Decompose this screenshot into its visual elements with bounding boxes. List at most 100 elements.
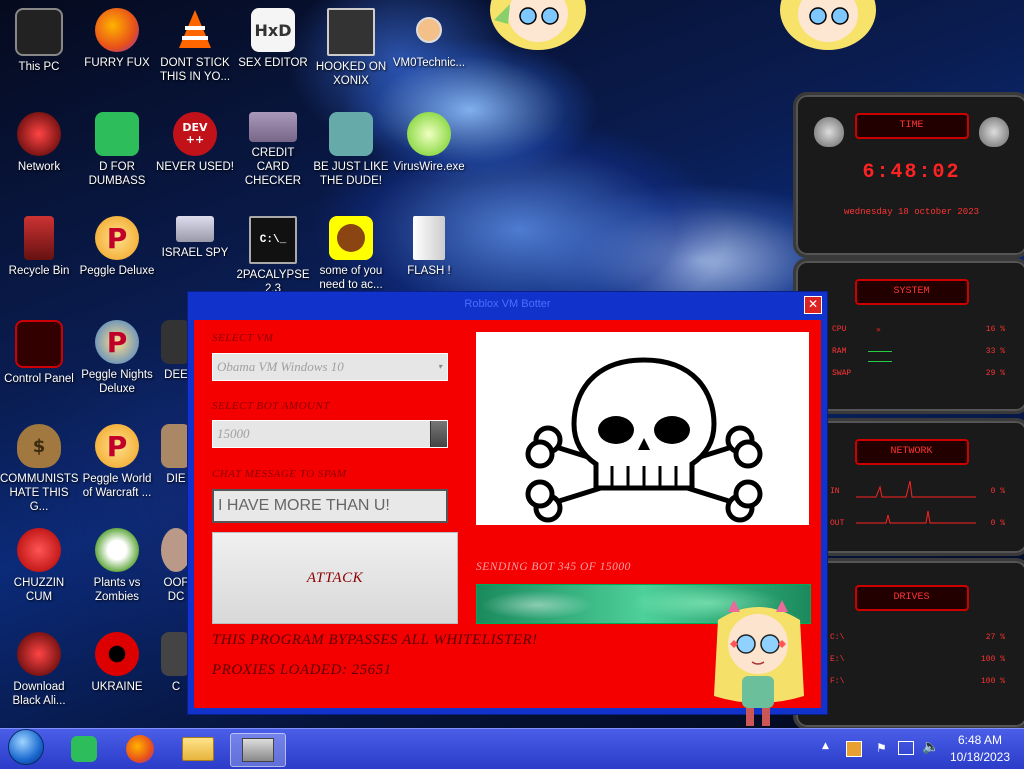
desktop-icon-peggle-deluxe[interactable]: P Peggle Deluxe <box>78 216 156 278</box>
control-panel-icon <box>15 320 63 368</box>
desktop-icon-vm0technic[interactable]: VM0Technic... <box>390 8 468 70</box>
desktop-icon-credit-card[interactable]: CREDIT CARD CHECKER <box>234 112 312 188</box>
bot-amount-label: SELECT BOT AMOUNT <box>212 400 330 412</box>
ram-bar <box>868 351 892 352</box>
desktop-icon-peggle-world[interactable]: P Peggle World of Warcraft ... <box>78 424 156 500</box>
hxd-icon: HxD <box>251 8 295 52</box>
desktop-icon-sex-editor[interactable]: HxD SEX EDITOR <box>234 8 312 70</box>
show-hidden-icons-button[interactable]: ▲ <box>822 741 829 751</box>
alien-head-icon <box>814 117 844 147</box>
desktop-icon-2pacalypse[interactable]: C:\_ 2PACALYPSE 2.3 <box>234 216 312 296</box>
chat-message-input[interactable]: I HAVE MORE THAN U! <box>212 489 448 523</box>
vm-select-value: Obama VM Windows 10 <box>217 359 344 374</box>
flash-icon <box>413 216 445 260</box>
network-row-value: 0 % <box>990 519 1005 528</box>
cartoon-girl-character <box>714 600 804 726</box>
desktop-icon-d-for-dumbass[interactable]: D FOR DUMBASS <box>78 112 156 188</box>
desktop-icon-dont-stick[interactable]: DONT STICK THIS IN YO... <box>156 8 234 84</box>
network-tray-icon[interactable] <box>898 741 914 755</box>
desktop-icon-be-just-like[interactable]: BE JUST LIKE THE DUDE! <box>312 112 390 188</box>
command-prompt-icon: C:\_ <box>249 216 297 264</box>
clock-date[interactable]: 10/18/2023 <box>944 750 1016 764</box>
desktop-icon-plants-vs-zombies[interactable]: Plants vs Zombies <box>78 528 156 604</box>
widget-header: TIME <box>854 113 969 139</box>
desktop-icon-network[interactable]: Network <box>0 112 78 174</box>
clock-display: 6:48:02 <box>862 161 961 184</box>
desktop-icon-hooked-on-xonix[interactable]: HOOKED ON XONIX <box>312 8 390 88</box>
desktop-icon-label: FLASH ! <box>407 265 451 277</box>
desktop-icon-label: DONT STICK THIS IN YO... <box>159 57 231 83</box>
drive-row-label: E:\ <box>830 655 845 664</box>
system-row-label: CPU <box>832 325 847 334</box>
close-button[interactable]: ✕ <box>804 296 822 314</box>
green-app-icon <box>71 736 97 762</box>
desktop-icon-flash[interactable]: FLASH ! <box>390 216 468 278</box>
proxies-loaded: PROXIES LOADED: 25651 <box>212 662 392 678</box>
desktop-icon-furry-fux[interactable]: FURRY FUX <box>78 8 156 70</box>
elf-icon <box>329 112 373 156</box>
skull-image <box>476 332 809 525</box>
limewire-icon <box>407 112 451 156</box>
drive-row-label: F:\ <box>830 677 845 686</box>
start-button[interactable] <box>8 729 44 765</box>
peggle-icon: P <box>95 424 139 468</box>
flag-icon[interactable]: ⚑ <box>876 741 887 755</box>
monitor-icon <box>15 8 63 56</box>
flower-icon <box>95 528 139 572</box>
volume-icon[interactable]: 🔈 <box>922 739 939 755</box>
system-row-label: RAM <box>832 347 847 356</box>
desktop-icon-label: D FOR DUMBASS <box>88 161 146 187</box>
desktop-icon-label: BE JUST LIKE THE DUDE! <box>313 161 389 187</box>
drive-row-value: 27 % <box>985 633 1005 642</box>
credit-card-icon <box>249 112 297 142</box>
taskbar-file-explorer[interactable] <box>180 733 216 765</box>
desktop-icon-peggle-nights[interactable]: P Peggle Nights Deluxe <box>78 320 156 396</box>
desktop-icon-ukraine[interactable]: UKRAINE <box>78 632 156 694</box>
taskbar-app-green[interactable] <box>66 733 102 765</box>
desktop-icon-download-black[interactable]: Download Black Ali... <box>0 632 78 708</box>
taskbar: ▲ ⚑ 🔈 6:48 AM 10/18/2023 <box>0 728 1024 769</box>
peggle-icon: P <box>95 216 139 260</box>
desktop-icon-label: FURRY FUX <box>84 57 150 69</box>
network-activity-graph <box>856 480 976 524</box>
system-row-value: 29 % <box>985 369 1005 378</box>
select-vm-label: SELECT VM <box>212 332 274 344</box>
taskbar-firefox[interactable] <box>122 733 158 765</box>
chevron-down-icon: ▾ <box>437 362 442 371</box>
desktop-icon-israel-spy[interactable]: ISRAEL SPY <box>156 216 234 260</box>
tray-app-icon[interactable] <box>846 741 862 757</box>
desktop-icon-communists[interactable]: $ COMMUNISTS HATE THIS G... <box>0 424 79 514</box>
taskbar-active-app[interactable] <box>230 733 286 767</box>
desktop-icon-some-of-you[interactable]: some of you need to ac... <box>312 216 390 292</box>
chuzzle-icon <box>17 528 61 572</box>
desktop-icon-chuzzin[interactable]: CHUZZIN CUM <box>0 528 78 604</box>
desktop-icon-viruswire[interactable]: VirusWire.exe <box>390 112 468 174</box>
cartoon-head-top-right <box>780 0 876 50</box>
network-row-value: 0 % <box>990 487 1005 496</box>
desktop-icon-label: ISRAEL SPY <box>161 247 229 259</box>
doctor-icon <box>407 8 451 52</box>
xonix-icon <box>327 8 375 56</box>
bypass-notice: THIS PROGRAM BYPASSES ALL WHITELISTER! <box>212 632 538 648</box>
desktop-icon-label: Network <box>17 161 61 173</box>
desktop-icon-label: Peggle World of Warcraft ... <box>82 473 152 499</box>
desktop-icon-recycle-bin[interactable]: Recycle Bin <box>0 216 78 278</box>
bot-amount-input[interactable]: 15000 <box>212 420 448 448</box>
progress-status: SENDING BOT 345 OF 15000 <box>476 561 631 573</box>
start-orb-icon <box>8 729 44 765</box>
desktop-icon-this-pc[interactable]: This PC <box>0 8 78 74</box>
attack-button[interactable]: ATTACK <box>212 532 458 624</box>
clock-time[interactable]: 6:48 AM <box>950 733 1010 747</box>
desktop-icon-control-panel[interactable]: Control Panel <box>0 320 78 386</box>
vlc-cone-icon <box>173 8 217 52</box>
system-row-value: 33 % <box>985 347 1005 356</box>
cartoon-head-top-left <box>490 0 586 50</box>
chat-message-label: CHAT MESSAGE TO SPAM <box>212 468 347 480</box>
date-display: wednesday 18 october 2023 <box>843 207 980 217</box>
bot-amount-value: 15000 <box>217 426 250 441</box>
bot-amount-stepper[interactable] <box>430 421 447 447</box>
desktop-icon-never-used[interactable]: DEV ++ NEVER USED! <box>156 112 234 174</box>
desktop-icon-label: Peggle Nights Deluxe <box>81 369 153 395</box>
vm-select[interactable]: Obama VM Windows 10 ▾ <box>212 353 448 381</box>
widget-header: NETWORK <box>854 439 969 465</box>
